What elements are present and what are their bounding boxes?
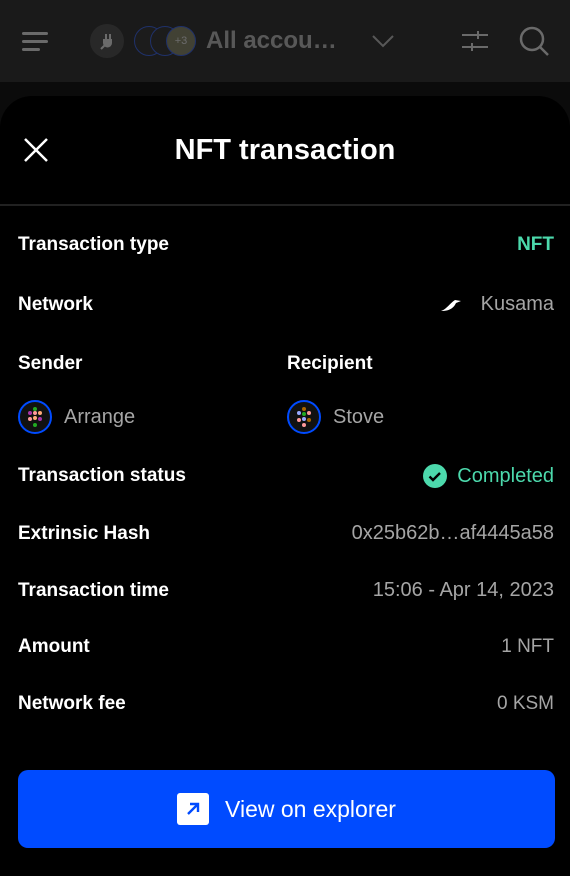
account-avatars[interactable]: +3 — [134, 26, 196, 56]
recipient-avatar — [287, 400, 321, 434]
menu-icon[interactable] — [20, 29, 50, 53]
button-label: View on explorer — [225, 795, 396, 822]
sender: Arrange — [18, 400, 287, 434]
transaction-type-label: Transaction type — [18, 234, 169, 255]
transaction-modal: NFT transaction Transaction type NFT Netw… — [0, 96, 570, 876]
fee-label: Network fee — [18, 693, 126, 714]
chevron-down-icon[interactable] — [371, 34, 395, 48]
external-link-icon — [177, 793, 210, 825]
close-icon[interactable] — [22, 136, 50, 164]
status-label: Transaction status — [18, 465, 186, 486]
modal-title: NFT transaction — [174, 133, 396, 166]
check-circle-icon — [423, 464, 448, 488]
transaction-type-value: NFT — [517, 234, 554, 255]
recipient-label: Recipient — [287, 353, 373, 374]
network-label: Network — [18, 293, 93, 315]
hash-value[interactable]: 0x25b62b…af4445a58 — [352, 522, 554, 545]
sender-name: Arrange — [64, 405, 136, 428]
time-value: 15:06 - Apr 14, 2023 — [372, 579, 554, 601]
search-icon[interactable] — [518, 25, 550, 57]
account-selector[interactable]: All accou… — [206, 27, 337, 55]
hash-label: Extrinsic Hash — [18, 522, 150, 544]
extra-count-badge: +3 — [166, 26, 196, 56]
sender-avatar — [18, 400, 52, 434]
recipient: Stove — [287, 400, 384, 434]
time-label: Transaction time — [18, 579, 169, 601]
amount-label: Amount — [18, 636, 90, 657]
top-bar: +3 All accou… — [0, 0, 570, 82]
sender-label: Sender — [18, 353, 83, 374]
network-value: Kusama — [480, 293, 554, 315]
recipient-name: Stove — [333, 405, 385, 428]
status-value: Completed — [457, 464, 554, 487]
kusama-icon — [440, 299, 461, 311]
filter-icon[interactable] — [460, 28, 490, 54]
view-on-explorer-button[interactable]: View on explorer — [18, 770, 555, 848]
amount-value: 1 NFT — [501, 636, 554, 657]
fee-value: 0 KSM — [496, 693, 554, 714]
connect-icon[interactable] — [90, 24, 124, 58]
